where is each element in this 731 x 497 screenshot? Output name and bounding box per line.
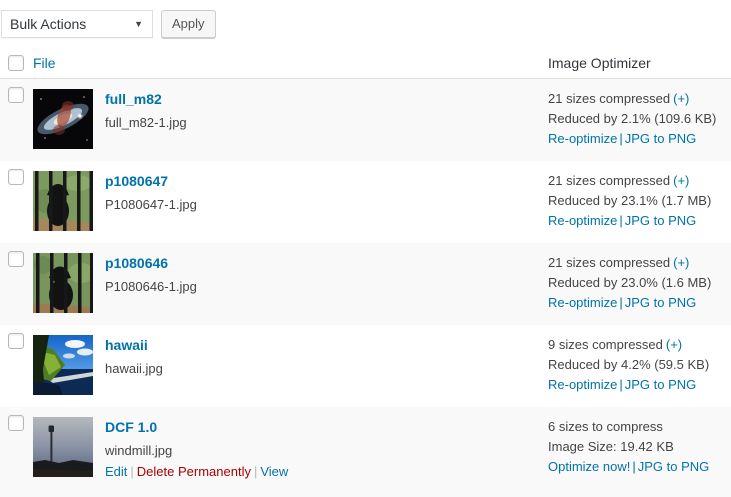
apply-button[interactable]: Apply bbox=[161, 10, 216, 38]
view-link[interactable]: View bbox=[260, 464, 288, 479]
edit-link[interactable]: Edit bbox=[105, 464, 127, 479]
jpg-to-png-link[interactable]: JPG to PNG bbox=[625, 213, 697, 228]
optimizer-expand-link[interactable]: (+) bbox=[673, 173, 689, 188]
separator: | bbox=[619, 295, 622, 310]
media-filename: P1080647-1.jpg bbox=[105, 197, 197, 213]
column-header-file[interactable]: File bbox=[33, 55, 56, 71]
media-title-link[interactable]: DCF 1.0 bbox=[105, 419, 288, 436]
bulk-actions-selected-value: Bulk Actions bbox=[10, 16, 86, 32]
galaxy-photo-thumbnail[interactable] bbox=[33, 89, 93, 149]
optimizer-detail: Reduced by 4.2% (59.5 KB) bbox=[548, 355, 721, 375]
media-row: full_m82 full_m82-1.jpg 21 sizes compres… bbox=[0, 79, 731, 161]
media-row: p1080646 P1080646-1.jpg 21 sizes compres… bbox=[0, 243, 731, 325]
dog-behind-railing-photo-thumbnail[interactable] bbox=[33, 253, 93, 313]
optimizer-detail: Reduced by 23.0% (1.6 MB) bbox=[548, 273, 721, 293]
optimizer-status: 21 sizes compressed bbox=[548, 173, 670, 188]
row-checkbox[interactable] bbox=[8, 415, 24, 431]
separator: | bbox=[619, 131, 622, 146]
bulk-actions-select[interactable]: Bulk Actions ▼ bbox=[1, 10, 153, 38]
optimizer-detail: Image Size: 19.42 KB bbox=[548, 437, 721, 457]
jpg-to-png-link[interactable]: JPG to PNG bbox=[625, 131, 697, 146]
bulk-actions-toolbar: Bulk Actions ▼ Apply bbox=[0, 0, 731, 48]
media-row: DCF 1.0 windmill.jpg Edit|Delete Permane… bbox=[0, 407, 731, 497]
reoptimize-link[interactable]: Re-optimize bbox=[548, 377, 617, 392]
column-header-image-optimizer: Image Optimizer bbox=[548, 55, 651, 71]
row-actions: Edit|Delete Permanently|View bbox=[105, 464, 288, 480]
media-filename: hawaii.jpg bbox=[105, 361, 163, 377]
optimizer-status: 9 sizes compressed bbox=[548, 337, 663, 352]
select-all-checkbox[interactable] bbox=[8, 55, 24, 71]
media-list-table: File Image Optimizer bbox=[0, 48, 731, 497]
media-title-link[interactable]: hawaii bbox=[105, 337, 163, 354]
row-checkbox[interactable] bbox=[8, 169, 24, 185]
separator: | bbox=[619, 213, 622, 228]
media-filename: P1080646-1.jpg bbox=[105, 279, 197, 295]
optimizer-detail: Reduced by 23.1% (1.7 MB) bbox=[548, 191, 721, 211]
row-checkbox[interactable] bbox=[8, 251, 24, 267]
optimizer-expand-link[interactable]: (+) bbox=[673, 91, 689, 106]
optimizer-detail: Reduced by 2.1% (109.6 KB) bbox=[548, 109, 721, 129]
separator: | bbox=[632, 459, 635, 474]
reoptimize-link[interactable]: Re-optimize bbox=[548, 131, 617, 146]
jpg-to-png-link[interactable]: JPG to PNG bbox=[638, 459, 710, 474]
optimize-now-link[interactable]: Optimize now! bbox=[548, 459, 630, 474]
delete-permanently-link[interactable]: Delete Permanently bbox=[137, 464, 251, 479]
reoptimize-link[interactable]: Re-optimize bbox=[548, 213, 617, 228]
media-title-link[interactable]: p1080647 bbox=[105, 173, 197, 190]
dog-behind-railing-photo-thumbnail[interactable] bbox=[33, 171, 93, 231]
media-filename: windmill.jpg bbox=[105, 443, 288, 459]
optimizer-status: 21 sizes compressed bbox=[548, 255, 670, 270]
media-row: p1080647 P1080647-1.jpg 21 sizes compres… bbox=[0, 161, 731, 243]
separator: | bbox=[254, 464, 257, 479]
reoptimize-link[interactable]: Re-optimize bbox=[548, 295, 617, 310]
coastline-photo-thumbnail[interactable] bbox=[33, 335, 93, 395]
separator: | bbox=[619, 377, 622, 392]
media-title-link[interactable]: full_m82 bbox=[105, 91, 187, 108]
optimizer-expand-link[interactable]: (+) bbox=[666, 337, 682, 352]
media-row: hawaii hawaii.jpg 9 sizes compressed(+) … bbox=[0, 325, 731, 407]
row-checkbox[interactable] bbox=[8, 333, 24, 349]
row-checkbox[interactable] bbox=[8, 87, 24, 103]
chevron-down-icon: ▼ bbox=[134, 20, 143, 29]
media-filename: full_m82-1.jpg bbox=[105, 115, 187, 131]
optimizer-status: 6 sizes to compress bbox=[548, 417, 721, 437]
media-title-link[interactable]: p1080646 bbox=[105, 255, 197, 272]
jpg-to-png-link[interactable]: JPG to PNG bbox=[625, 295, 697, 310]
optimizer-status: 21 sizes compressed bbox=[548, 91, 670, 106]
separator: | bbox=[130, 464, 133, 479]
table-header-row: File Image Optimizer bbox=[0, 48, 731, 79]
jpg-to-png-link[interactable]: JPG to PNG bbox=[625, 377, 697, 392]
windmill-dusk-photo-thumbnail[interactable] bbox=[33, 417, 93, 477]
optimizer-expand-link[interactable]: (+) bbox=[673, 255, 689, 270]
